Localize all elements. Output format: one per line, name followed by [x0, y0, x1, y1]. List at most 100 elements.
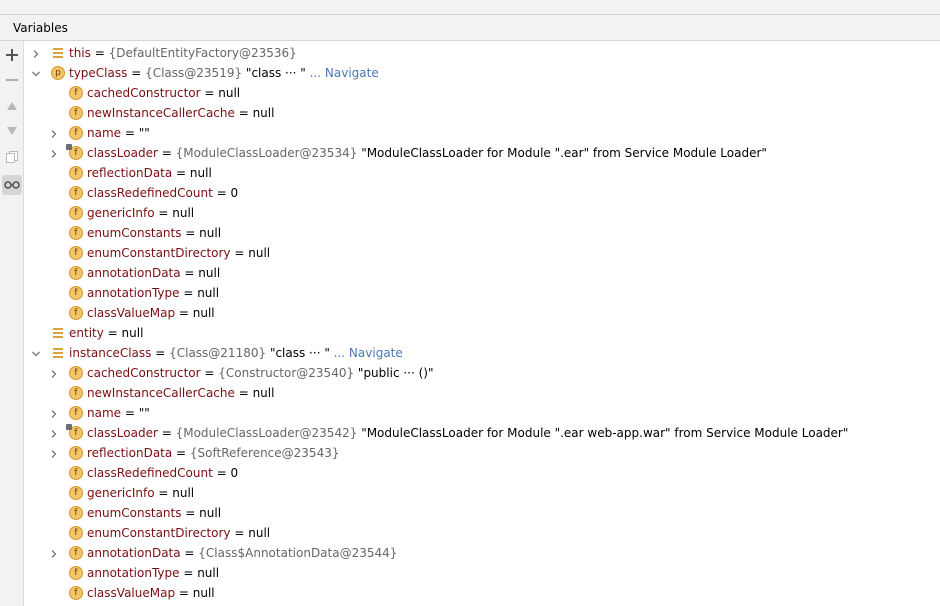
tree-row[interactable]: entity = null — [25, 323, 940, 343]
tree-row[interactable]: instanceClass = {Class@21180} "class ···… — [25, 343, 940, 363]
variable-name: classValueMap — [87, 586, 176, 600]
variable-entry: annotationType = null — [87, 566, 219, 580]
tree-row[interactable]: f classRedefinedCount = 0 — [25, 463, 940, 483]
field-icon: f — [69, 506, 83, 520]
chevron-right-icon[interactable] — [49, 128, 59, 138]
variable-string: "class ··· " — [245, 66, 306, 80]
navigate-link[interactable]: ... Navigate — [310, 66, 379, 80]
tree-row[interactable]: f reflectionData = {SoftReference@23543} — [25, 443, 940, 463]
tree-row[interactable]: f enumConstants = null — [25, 223, 940, 243]
chevron-right-icon[interactable] — [49, 428, 59, 438]
equals-sign: = — [230, 246, 249, 260]
copy-button[interactable] — [2, 147, 22, 167]
tree-row[interactable]: f enumConstantDirectory = null — [25, 523, 940, 543]
tree-row[interactable]: f name = "" — [25, 123, 940, 143]
variable-value: null — [197, 286, 220, 300]
equals-sign: = — [200, 366, 219, 380]
chevron-right-icon[interactable] — [49, 148, 59, 158]
chevron-down-icon[interactable] — [31, 68, 41, 78]
tree-row[interactable]: f classValueMap = null — [25, 583, 940, 603]
lock-icon — [66, 144, 72, 150]
variable-value: null — [172, 206, 195, 220]
equals-sign: = — [175, 586, 193, 600]
tree-row[interactable]: f reflectionData = null — [25, 163, 940, 183]
field-icon: f — [69, 526, 83, 540]
equals-sign: = — [175, 306, 193, 320]
variable-name: genericInfo — [87, 206, 155, 220]
variable-string: "ModuleClassLoader for Module ".ear web-… — [361, 426, 849, 440]
variable-name: reflectionData — [87, 446, 173, 460]
equals-sign: = — [154, 206, 173, 220]
tree-row[interactable]: f annotationType = null — [25, 283, 940, 303]
copy-icon — [6, 151, 18, 163]
tree-row[interactable]: p typeClass = {Class@23519} "class ··· " … — [25, 63, 940, 83]
field-icon: f — [69, 406, 83, 420]
chevron-right-icon[interactable] — [49, 448, 59, 458]
variable-name: classValueMap — [87, 306, 176, 320]
tree-row[interactable]: f enumConstantDirectory = null — [25, 243, 940, 263]
tree-row[interactable]: f genericInfo = null — [25, 483, 940, 503]
variable-name: reflectionData — [87, 166, 173, 180]
move-up-button[interactable] — [2, 96, 22, 116]
chevron-down-icon[interactable] — [31, 348, 41, 358]
tree-row[interactable]: f classLoader = {ModuleClassLoader@23542}… — [25, 423, 940, 443]
move-down-button[interactable] — [2, 121, 22, 141]
tree-row[interactable]: f annotationData = {Class$AnnotationData@… — [25, 543, 940, 563]
field-icon: f — [69, 186, 83, 200]
field-icon: f — [69, 486, 83, 500]
equals-sign: = — [121, 126, 139, 140]
equals-sign: = — [179, 566, 198, 580]
variable-type: {Class@23519} — [145, 66, 243, 80]
variable-type: {SoftReference@23543} — [189, 446, 340, 460]
field-icon: f — [69, 366, 83, 380]
field-badge: f — [69, 106, 83, 120]
equals-sign: = — [154, 486, 173, 500]
tree-row[interactable]: f annotationType = null — [25, 563, 940, 583]
show-watches-button[interactable] — [2, 175, 22, 195]
variable-entry: genericInfo = null — [87, 206, 194, 220]
tree-row[interactable]: this = {DefaultEntityFactory@23536} — [25, 43, 940, 63]
variable-entry: enumConstantDirectory = null — [87, 526, 270, 540]
equals-sign: = — [230, 526, 249, 540]
add-watch-button[interactable] — [2, 45, 22, 65]
variable-name: annotationType — [87, 566, 180, 580]
variable-string: "ModuleClassLoader for Module ".ear" fro… — [361, 146, 767, 160]
variable-type: {DefaultEntityFactory@23536} — [108, 46, 297, 60]
variable-type: {ModuleClassLoader@23542} — [175, 426, 358, 440]
variable-entry: reflectionData = null — [87, 166, 212, 180]
tree-row[interactable]: f cachedConstructor = null — [25, 83, 940, 103]
chevron-right-icon[interactable] — [49, 548, 59, 558]
variable-name: annotationData — [87, 546, 181, 560]
variable-type: {Class@21180} — [169, 346, 267, 360]
field-list-icon — [51, 326, 65, 340]
tree-row[interactable]: f name = "" — [25, 403, 940, 423]
variable-name: typeClass — [69, 66, 128, 80]
variable-name: enumConstants — [87, 226, 182, 240]
navigate-link[interactable]: ... Navigate — [334, 346, 403, 360]
tree-row[interactable]: f classValueMap = null — [25, 303, 940, 323]
chevron-right-icon[interactable] — [49, 408, 59, 418]
remove-watch-button[interactable] — [2, 70, 22, 90]
tree-row[interactable]: f classRedefinedCount = 0 — [25, 183, 940, 203]
chevron-right-icon[interactable] — [31, 48, 41, 58]
tree-row[interactable]: f newInstanceCallerCache = null — [25, 103, 940, 123]
tree-row[interactable]: f genericInfo = null — [25, 203, 940, 223]
variable-string: "" — [138, 406, 150, 420]
variable-name: instanceClass — [69, 346, 152, 360]
tree-row[interactable]: f classLoader = {ModuleClassLoader@23534}… — [25, 143, 940, 163]
equals-sign: = — [212, 186, 231, 200]
field-icon: f — [69, 546, 83, 560]
variable-entry: typeClass = {Class@23519} "class ··· " .… — [69, 66, 379, 80]
variable-value: null — [192, 586, 215, 600]
tree-row[interactable]: f newInstanceCallerCache = null — [25, 383, 940, 403]
equals-sign: = — [181, 506, 200, 520]
field-badge: f — [69, 86, 83, 100]
equals-sign: = — [200, 86, 219, 100]
tree-row[interactable]: f enumConstants = null — [25, 503, 940, 523]
chevron-right-icon[interactable] — [49, 368, 59, 378]
variable-entry: annotationType = null — [87, 286, 219, 300]
tree-row[interactable]: f annotationData = null — [25, 263, 940, 283]
tree-row[interactable]: f cachedConstructor = {Constructor@23540}… — [25, 363, 940, 383]
field-icon: f — [69, 246, 83, 260]
variable-name: enumConstantDirectory — [87, 246, 231, 260]
